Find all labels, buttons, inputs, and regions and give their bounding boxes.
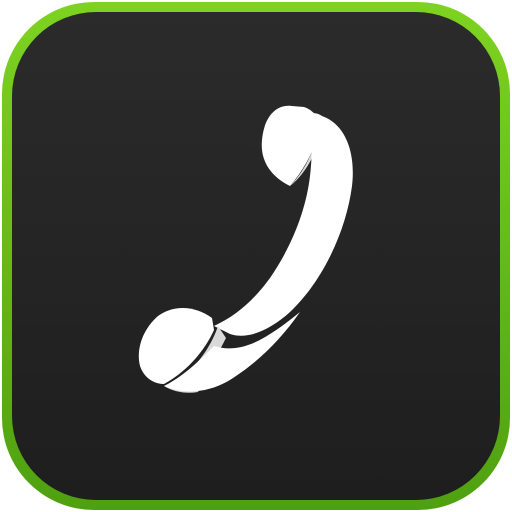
phone-app-icon[interactable] [0,0,512,512]
phone-app-icon-graphic [2,2,510,510]
icon-background [12,12,500,500]
